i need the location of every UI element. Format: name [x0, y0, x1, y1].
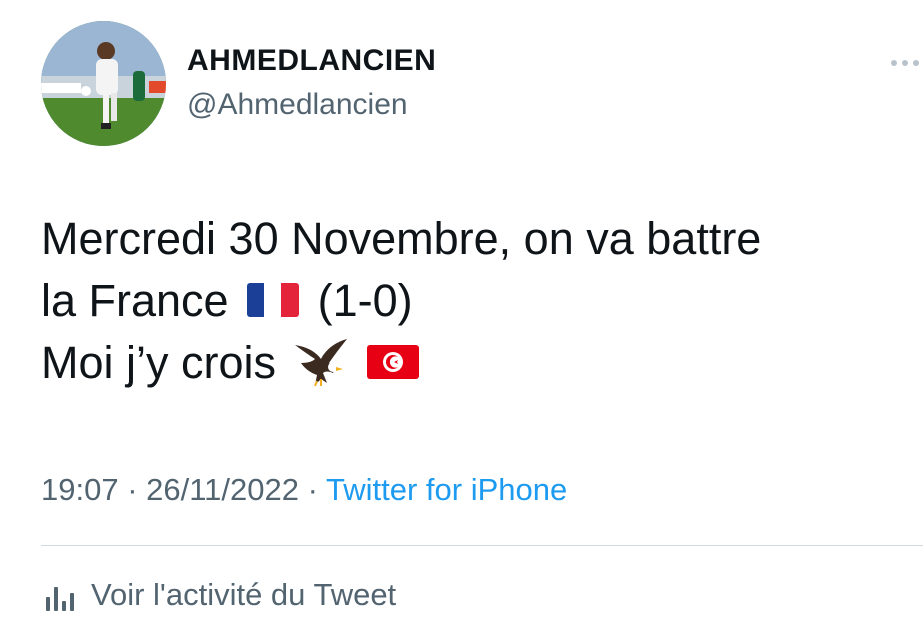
tweet-date[interactable]: 26/11/2022	[146, 472, 299, 507]
tweet-meta: 19:07 · 26/11/2022 · Twitter for iPhone	[41, 472, 567, 508]
tweet-line-3: Moi j’y crois	[41, 332, 761, 394]
bar-chart-icon	[41, 575, 77, 615]
tweet-text: Mercredi 30 Novembre, on va battre la Fr…	[41, 208, 761, 394]
meta-separator: ·	[299, 472, 326, 507]
author-display-name[interactable]: AHMEDLANCIEN	[187, 44, 436, 78]
tweet-line-3-text: Moi j’y crois	[41, 337, 277, 388]
flag-tunisia-icon	[367, 345, 420, 380]
ellipsis-horizontal-icon[interactable]	[887, 50, 923, 74]
author-handle[interactable]: @Ahmedlancien	[187, 88, 408, 122]
tweet-analytics-button[interactable]: Voir l'activité du Tweet	[41, 575, 396, 615]
meta-separator: ·	[118, 472, 147, 507]
tweet-time[interactable]: 19:07	[41, 472, 119, 507]
profile-photo	[41, 21, 166, 146]
analytics-label: Voir l'activité du Tweet	[91, 577, 397, 612]
avatar[interactable]	[41, 21, 166, 146]
divider	[41, 545, 923, 546]
eagle-icon	[293, 337, 349, 387]
tweet-score: (1-0)	[317, 275, 413, 326]
tweet-line-2: la France (1-0)	[41, 270, 761, 332]
tweet-line-2-text: la France	[41, 275, 229, 326]
tweet-source-link[interactable]: Twitter for iPhone	[326, 472, 567, 507]
tweet-line-1: Mercredi 30 Novembre, on va battre	[41, 213, 762, 264]
flag-france-icon	[247, 283, 300, 318]
